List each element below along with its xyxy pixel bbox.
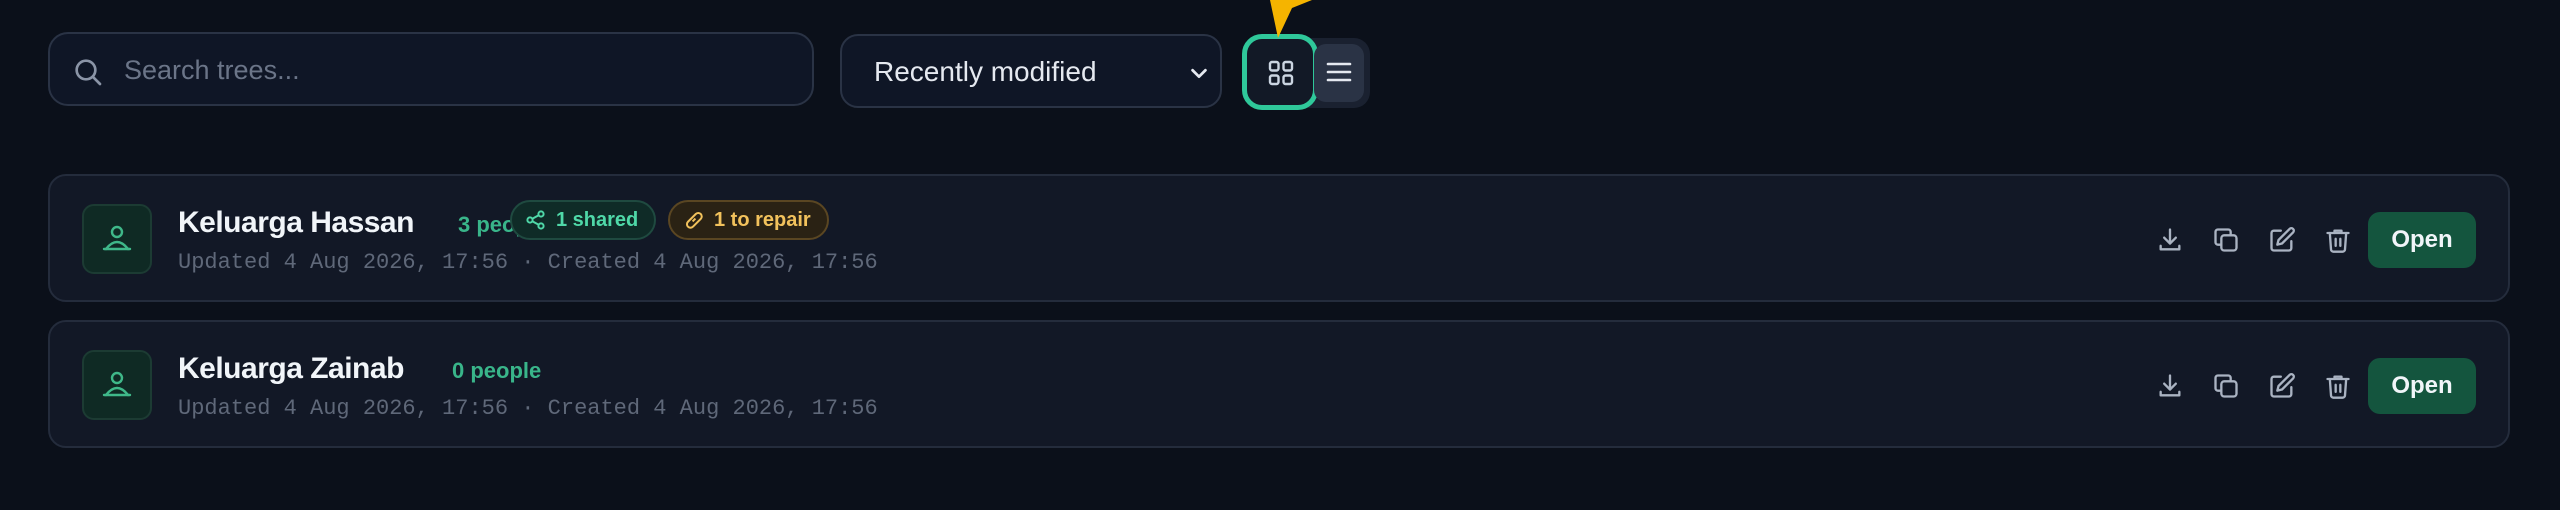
tree-avatar: [82, 204, 152, 274]
repair-badge-label: 1 to repair: [714, 208, 811, 231]
sort-select[interactable]: Recently modified: [840, 34, 1222, 108]
tree-avatar: [82, 350, 152, 420]
tree-card[interactable]: Keluarga Hassan 3 people 1 shared 1 to r…: [48, 174, 2510, 302]
card-actions: Open: [2156, 358, 2476, 414]
tree-name: Keluarga Hassan: [178, 206, 414, 239]
tree-meta: Updated 4 Aug 2026, 17:56 · Created 4 Au…: [178, 250, 878, 275]
download-icon[interactable]: [2156, 372, 2184, 400]
shared-badge-label: 1 shared: [556, 208, 639, 231]
share-icon: [526, 210, 545, 230]
download-icon[interactable]: [2156, 226, 2184, 254]
bandage-icon: [685, 211, 703, 229]
open-button[interactable]: Open: [2368, 212, 2476, 268]
trash-icon[interactable]: [2324, 372, 2352, 400]
trash-icon[interactable]: [2324, 226, 2352, 254]
card-actions: Open: [2156, 212, 2476, 268]
shared-badge: 1 shared: [510, 200, 657, 240]
grid-view-button[interactable]: [1242, 34, 1318, 110]
search-box[interactable]: [48, 32, 814, 106]
edit-icon[interactable]: [2268, 226, 2296, 254]
tree-meta: Updated 4 Aug 2026, 17:56 · Created 4 Au…: [178, 396, 878, 421]
grid-icon: [1268, 60, 1294, 86]
sort-selected-value: Recently modified: [874, 56, 1097, 87]
search-input[interactable]: [122, 34, 786, 106]
repair-badge: 1 to repair: [668, 200, 829, 240]
duplicate-icon[interactable]: [2212, 226, 2240, 254]
list-icon: [1326, 62, 1352, 82]
person-icon: [102, 225, 132, 251]
people-count: 0 people: [452, 358, 542, 383]
pointer-cursor-icon: [1270, 0, 1312, 38]
duplicate-icon[interactable]: [2212, 372, 2240, 400]
tree-card[interactable]: Keluarga Zainab 0 people Updated 4 Aug 2…: [48, 320, 2510, 448]
view-toggle: [1242, 34, 1370, 110]
tree-name: Keluarga Zainab: [178, 352, 404, 385]
open-button[interactable]: Open: [2368, 358, 2476, 414]
person-icon: [102, 371, 132, 397]
list-view-button[interactable]: [1314, 44, 1364, 102]
edit-icon[interactable]: [2268, 372, 2296, 400]
search-icon: [75, 59, 102, 86]
chevron-down-icon: [1191, 68, 1207, 79]
